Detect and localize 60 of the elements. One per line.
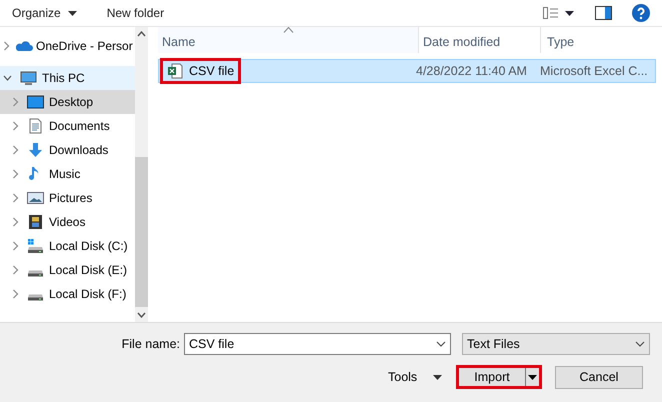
- preview-pane-icon[interactable]: [595, 6, 612, 20]
- windows-drive-icon: [27, 238, 44, 254]
- chevron-right-icon[interactable]: [12, 241, 19, 251]
- file-type-dropdown[interactable]: Text Files: [462, 333, 650, 355]
- file-name-combo-box[interactable]: CSV file: [184, 333, 451, 355]
- spreadsheet-file-icon: [167, 63, 183, 79]
- film-strip-icon: [27, 214, 44, 230]
- chevron-right-icon[interactable]: [12, 169, 19, 179]
- chevron-down-icon[interactable]: [635, 341, 645, 347]
- picture-icon: [27, 190, 44, 206]
- file-name-label: File name:: [120, 337, 181, 351]
- chevron-right-icon[interactable]: [3, 41, 10, 51]
- nav-item[interactable]: Desktop: [0, 90, 135, 114]
- desktop-icon: [27, 94, 44, 110]
- nav-item[interactable]: Local Disk (E:): [0, 258, 135, 282]
- sort-caret-icon: [283, 27, 294, 33]
- chevron-down-icon[interactable]: [436, 341, 446, 347]
- file-name: CSV file: [189, 64, 234, 78]
- caret-down-icon: [68, 10, 77, 16]
- nav-item[interactable]: This PC: [0, 66, 135, 90]
- nav-item[interactable]: Downloads: [0, 138, 135, 162]
- column-header[interactable]: Name: [158, 27, 419, 53]
- file-name-field[interactable]: CSV file: [189, 337, 436, 351]
- column-header[interactable]: Date modified: [419, 27, 541, 53]
- caret-down-icon[interactable]: [528, 374, 537, 380]
- tools-menu[interactable]: Tools: [388, 370, 443, 384]
- chevron-right-icon[interactable]: [12, 289, 19, 299]
- chevron-down-icon[interactable]: [3, 73, 12, 83]
- date-modified: 4/28/2022 11:40 AM: [415, 64, 528, 78]
- nav-item[interactable]: Documents: [0, 114, 135, 138]
- caret-down-icon: [433, 374, 442, 380]
- nav-item[interactable]: Pictures: [0, 186, 135, 210]
- drive-icon: [27, 270, 44, 276]
- nav-item[interactable]: OneDrive - Persor: [0, 34, 135, 58]
- chevron-right-icon[interactable]: [12, 217, 19, 227]
- import-button[interactable]: Import: [456, 365, 542, 389]
- down-arrow-icon: [27, 142, 44, 158]
- file-row[interactable]: CSV file 4/28/2022 11:40 AM Microsoft Excel C...: [158, 59, 656, 83]
- help-icon[interactable]: [632, 4, 650, 22]
- document-icon: [27, 118, 44, 134]
- file-type: Microsoft Excel C...: [539, 64, 648, 78]
- chevron-right-icon[interactable]: [12, 145, 19, 155]
- scroll-down-icon[interactable]: [137, 312, 146, 318]
- chevron-right-icon[interactable]: [12, 121, 19, 131]
- column-header[interactable]: Type: [541, 27, 662, 53]
- nav-item[interactable]: Music: [0, 162, 135, 186]
- scroll-up-icon[interactable]: [137, 31, 146, 37]
- cancel-button[interactable]: Cancel: [555, 366, 643, 388]
- scrollbar[interactable]: [135, 27, 148, 322]
- view-options-icon[interactable]: [543, 6, 575, 20]
- chevron-right-icon[interactable]: [12, 97, 19, 107]
- chevron-right-icon[interactable]: [12, 265, 19, 275]
- chevron-right-icon[interactable]: [12, 193, 19, 203]
- new-folder-button[interactable]: New folder: [106, 6, 164, 20]
- nav-item[interactable]: Videos: [0, 210, 135, 234]
- organize-menu[interactable]: Organize: [12, 6, 77, 20]
- computer-icon: [20, 70, 37, 86]
- nav-item[interactable]: Local Disk (C:): [0, 234, 135, 258]
- drive-icon: [27, 294, 44, 300]
- nav-item[interactable]: Local Disk (F:): [0, 282, 135, 306]
